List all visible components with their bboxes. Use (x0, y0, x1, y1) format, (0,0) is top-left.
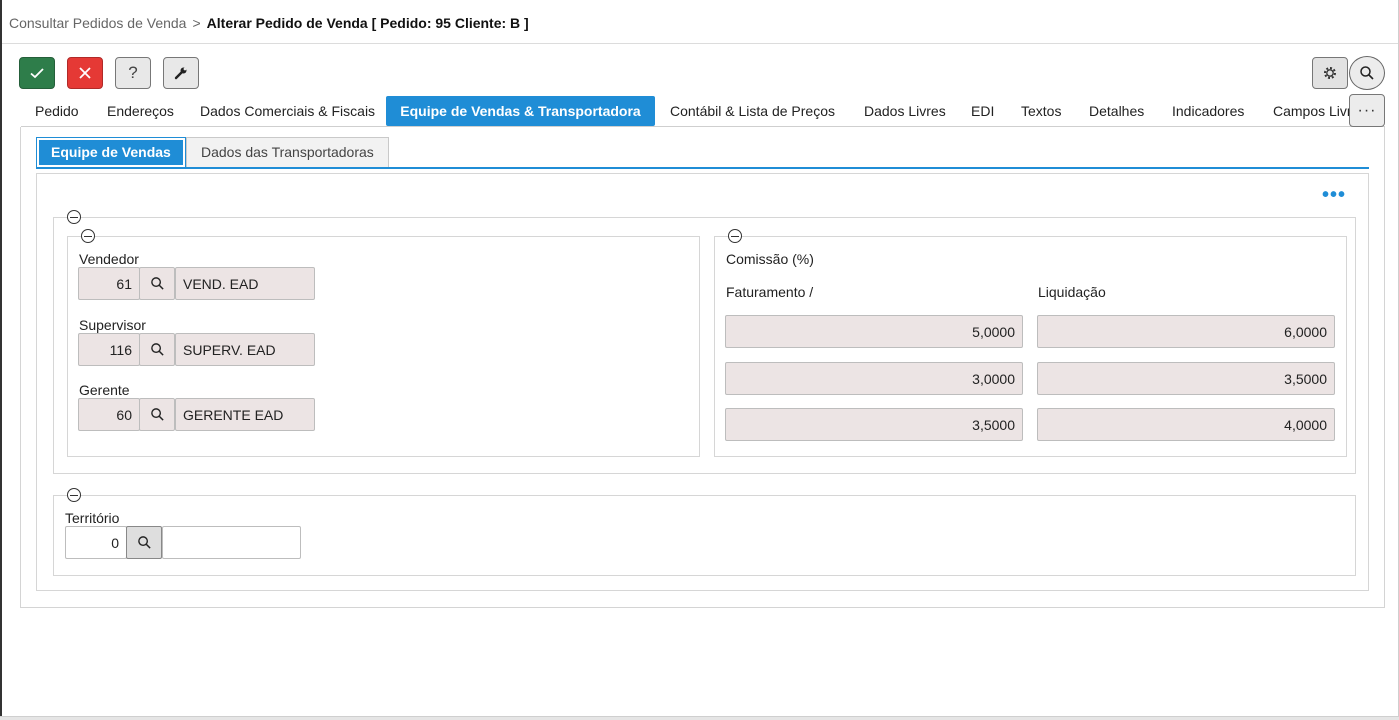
confirm-button[interactable] (19, 57, 55, 89)
window-left-border (0, 0, 2, 720)
tab-campos-livres[interactable]: Campos Livres (1259, 96, 1355, 126)
help-icon: ? (128, 63, 138, 82)
check-icon (30, 68, 44, 79)
gerente-name-field: GERENTE EAD (175, 398, 315, 431)
territorio-code-field[interactable]: 0 (65, 526, 127, 559)
main-tab-bar: Pedido Endereços Dados Comerciais & Fisc… (21, 96, 1355, 127)
search-icon (150, 343, 164, 356)
liquidacao-column-label: Liquidação (1038, 284, 1106, 300)
header-divider (2, 43, 1398, 44)
commission-liquidacao-field-1[interactable]: 6,0000 (1037, 315, 1335, 348)
tab-equipe-vendas-transportadora[interactable]: Equipe de Vendas & Transportadora (386, 96, 655, 126)
supervisor-code-field[interactable]: 116 (78, 333, 140, 366)
cancel-button[interactable] (67, 57, 103, 89)
tab-contabil-lista-precos[interactable]: Contábil & Lista de Preços (656, 96, 849, 126)
tab-edi[interactable]: EDI (957, 96, 1008, 126)
subtab-divider (36, 167, 1369, 169)
tab-textos[interactable]: Textos (1007, 96, 1075, 126)
search-icon (150, 277, 164, 290)
commission-liquidacao-field-2[interactable]: 3,5000 (1037, 362, 1335, 395)
search-icon (150, 408, 164, 421)
vendedor-code-field[interactable]: 61 (78, 267, 140, 300)
subtab-dados-transportadoras[interactable]: Dados das Transportadoras (186, 137, 389, 168)
subtab-equipe-de-vendas[interactable]: Equipe de Vendas (36, 137, 186, 168)
tab-pedido[interactable]: Pedido (21, 96, 93, 126)
gear-icon (1324, 67, 1336, 79)
more-actions-button[interactable]: ••• (1322, 185, 1346, 205)
faturamento-column-label: Faturamento / (726, 284, 814, 300)
breadcrumb: Consultar Pedidos de Venda > Alterar Ped… (9, 15, 529, 31)
page-title: Alterar Pedido de Venda [ Pedido: 95 Cli… (206, 15, 529, 31)
commission-title: Comissão (%) (726, 251, 814, 267)
breadcrumb-separator: > (192, 15, 201, 31)
breadcrumb-parent-link[interactable]: Consultar Pedidos de Venda (9, 15, 186, 31)
gerente-code-field[interactable]: 60 (78, 398, 140, 431)
global-search-button[interactable] (1349, 56, 1385, 90)
close-icon (79, 67, 91, 79)
territorio-search-button[interactable] (126, 526, 162, 559)
settings-button[interactable] (1312, 57, 1348, 89)
collapse-commission-icon[interactable] (728, 229, 742, 243)
gerente-label: Gerente (79, 382, 130, 398)
supervisor-search-button[interactable] (139, 333, 175, 366)
tab-detalhes[interactable]: Detalhes (1075, 96, 1158, 126)
tools-button[interactable] (163, 57, 199, 89)
more-tabs-button[interactable]: ··· (1349, 94, 1385, 127)
tab-dados-comerciais-fiscais[interactable]: Dados Comerciais & Fiscais (186, 96, 389, 126)
gerente-search-button[interactable] (139, 398, 175, 431)
collapse-territory-icon[interactable] (67, 488, 81, 502)
vendedor-search-button[interactable] (139, 267, 175, 300)
tab-indicadores[interactable]: Indicadores (1158, 96, 1258, 126)
search-icon (1360, 66, 1374, 80)
commission-faturamento-field-3[interactable]: 3,5000 (725, 408, 1023, 441)
tab-enderecos[interactable]: Endereços (93, 96, 188, 126)
territorio-label: Território (65, 510, 120, 526)
help-button[interactable]: ? (115, 57, 151, 89)
vendedor-name-field: VEND. EAD (175, 267, 315, 300)
collapse-sales-group-icon[interactable] (67, 210, 81, 224)
wrench-icon (174, 67, 187, 80)
commission-faturamento-field-1[interactable]: 5,0000 (725, 315, 1023, 348)
collapse-team-members-icon[interactable] (81, 229, 95, 243)
supervisor-name-field: SUPERV. EAD (175, 333, 315, 366)
window-bottom-border (0, 716, 1399, 720)
supervisor-label: Supervisor (79, 317, 146, 333)
ellipsis-icon: ··· (1357, 101, 1377, 119)
tab-dados-livres[interactable]: Dados Livres (850, 96, 960, 126)
search-icon (137, 536, 151, 549)
commission-liquidacao-field-3[interactable]: 4,0000 (1037, 408, 1335, 441)
vendedor-label: Vendedor (79, 251, 139, 267)
territorio-name-field (162, 526, 301, 559)
commission-faturamento-field-2[interactable]: 3,0000 (725, 362, 1023, 395)
